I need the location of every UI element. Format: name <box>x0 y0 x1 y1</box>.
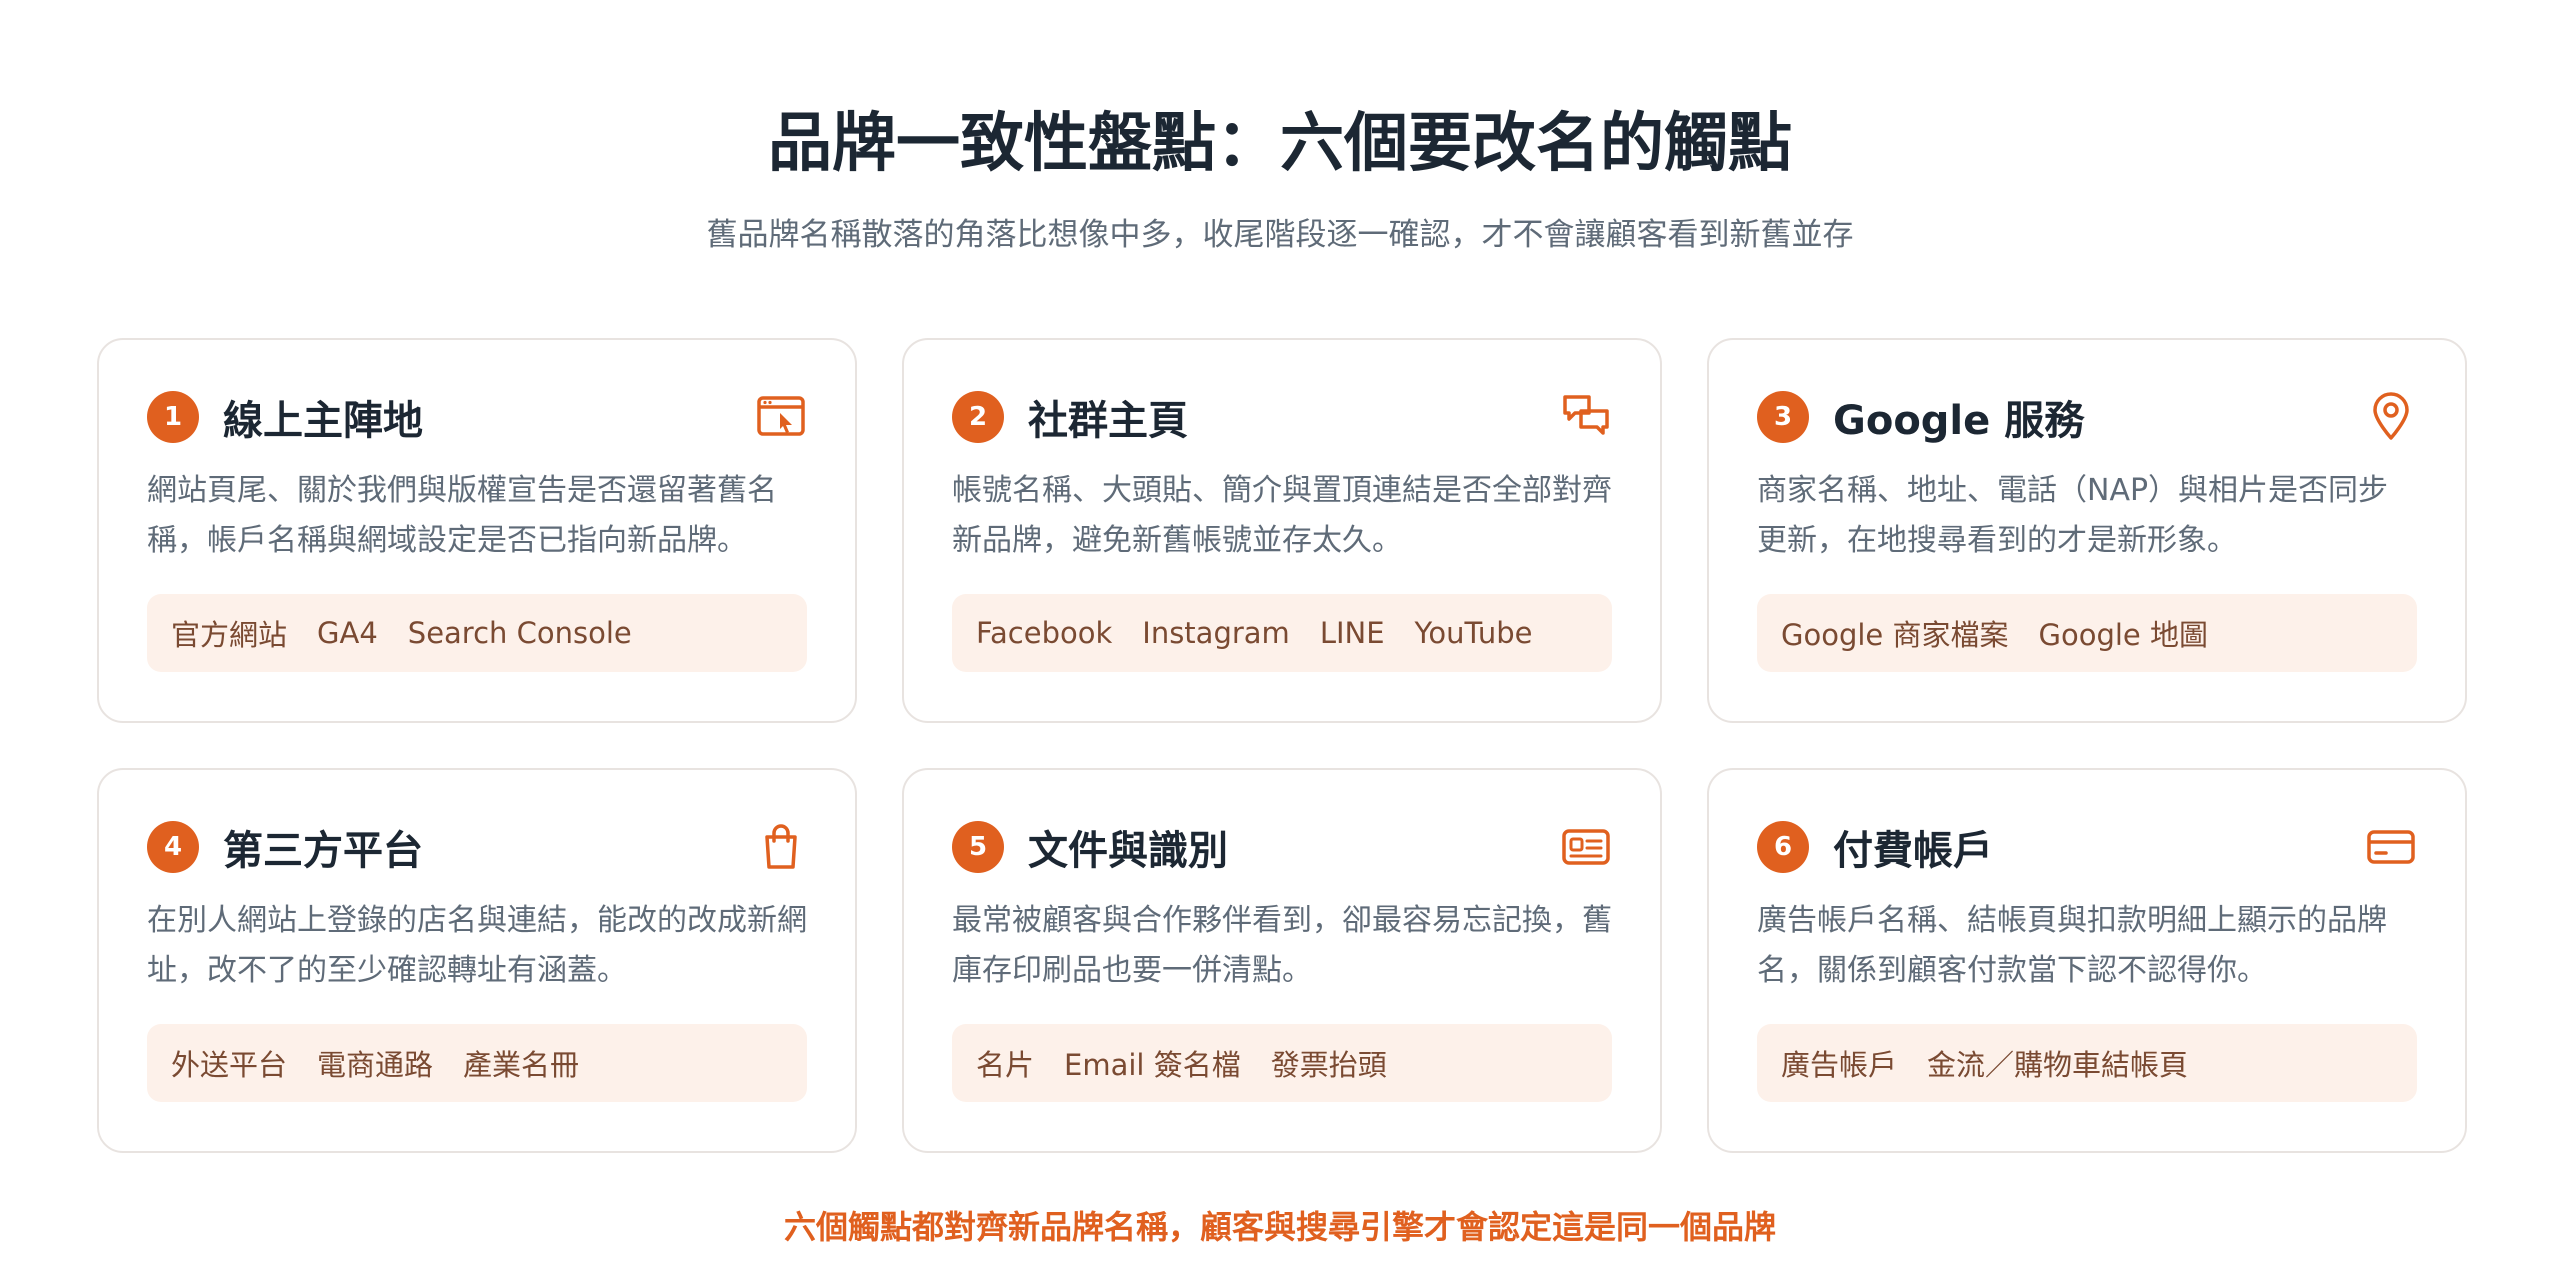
card-description: 廣告帳戶名稱、結帳頁與扣款明細上顯示的品牌名，關係到顧客付款當下認不認得你。 <box>1757 903 2387 988</box>
tag: YouTube <box>1414 616 1533 650</box>
tag: 外送平台 <box>171 1048 288 1082</box>
footer-note: 六個觸點都對齊新品牌名稱，顧客與搜尋引擎才會認定這是同一個品牌 <box>783 1208 1776 1246</box>
tag: 發票抬頭 <box>1270 1048 1387 1082</box>
card-header: 1 線上主陣地 <box>147 390 807 444</box>
tag: 官方網站 <box>171 618 288 652</box>
browser-cursor-icon <box>755 391 807 443</box>
tag-list: 廣告帳戶 金流／購物車結帳頁 <box>1757 1024 2417 1102</box>
tag: 廣告帳戶 <box>1781 1048 1898 1082</box>
number-badge: 1 <box>147 391 199 443</box>
card-description: 商家名稱、地址、電話（NAP）與相片是否同步更新，在地搜尋看到的才是新形象。 <box>1757 473 2389 558</box>
number-badge: 5 <box>952 821 1004 873</box>
tag: Facebook <box>976 616 1113 650</box>
card-description: 網站頁尾、關於我們與版權宣告是否還留著舊名稱，帳戶名稱與網域設定是否已指向新品牌… <box>147 473 777 558</box>
id-card-icon <box>1560 821 1612 873</box>
tag: Instagram <box>1142 616 1290 650</box>
tag: 金流／購物車結帳頁 <box>1927 1048 2189 1082</box>
tag-list: 外送平台 電商通路 產業名冊 <box>147 1024 807 1102</box>
touchpoint-grid: 1 線上主陣地 網站頁尾、關於我們與版權宣告是否還留著舊名稱，帳戶名稱與網域設定… <box>97 338 2467 1153</box>
tag: GA4 <box>317 616 378 650</box>
tag-list: 官方網站 GA4 Search Console <box>147 594 807 672</box>
card-header: 3 Google 服務 <box>1757 390 2417 444</box>
touchpoint-card-paid: 6 付費帳戶 廣告帳戶名稱、結帳頁與扣款明細上顯示的品牌名，關係到顧客付款當下認… <box>1707 768 2467 1153</box>
map-pin-icon <box>2365 391 2417 443</box>
credit-card-icon <box>2365 821 2417 873</box>
number-badge: 4 <box>147 821 199 873</box>
card-title: 社群主頁 <box>1028 398 1188 444</box>
card-title: 第三方平台 <box>223 828 423 874</box>
touchpoint-card-documents: 5 文件與識別 最常被顧客與合作夥伴看到，卻最容易忘記換，舊庫存印刷品也要一併清… <box>902 768 1662 1153</box>
shopping-bag-icon <box>755 821 807 873</box>
tag: 名片 <box>976 1048 1035 1082</box>
card-title: Google 服務 <box>1833 398 2085 444</box>
number-badge: 3 <box>1757 391 1809 443</box>
number-badge: 2 <box>952 391 1004 443</box>
tag: Google 商家檔案 <box>1781 618 2009 652</box>
tag: Search Console <box>407 616 632 650</box>
card-title: 文件與識別 <box>1028 828 1228 874</box>
tag: LINE <box>1319 616 1385 650</box>
tag: Email 簽名檔 <box>1064 1048 1241 1082</box>
touchpoint-card-social: 2 社群主頁 帳號名稱、大頭貼、簡介與置頂連結是否全部對齊新品牌，避免新舊帳號並… <box>902 338 1662 723</box>
tag-list: Google 商家檔案 Google 地圖 <box>1757 594 2417 672</box>
page: 品牌一致性盤點：六個要改名的觸點 舊品牌名稱散落的角落比想像中多，收尾階段逐一確… <box>0 0 2560 1268</box>
tag: 電商通路 <box>317 1048 434 1082</box>
card-header: 2 社群主頁 <box>952 390 1612 444</box>
card-header: 6 付費帳戶 <box>1757 820 2417 874</box>
card-description: 在別人網站上登錄的店名與連結，能改的改成新網址，改不了的至少確認轉址有涵蓋。 <box>147 903 807 988</box>
tag: Google 地圖 <box>2038 618 2208 652</box>
page-subtitle: 舊品牌名稱散落的角落比想像中多，收尾階段逐一確認，才不會讓顧客看到新舊並存 <box>706 217 1854 253</box>
card-header: 4 第三方平台 <box>147 820 807 874</box>
card-description: 最常被顧客與合作夥伴看到，卻最容易忘記換，舊庫存印刷品也要一併清點。 <box>952 903 1612 988</box>
tag: 產業名冊 <box>463 1048 580 1082</box>
number-badge: 6 <box>1757 821 1809 873</box>
tag-list: 名片 Email 簽名檔 發票抬頭 <box>952 1024 1612 1102</box>
card-title: 付費帳戶 <box>1833 828 1993 874</box>
card-title: 線上主陣地 <box>223 398 423 444</box>
page-title: 品牌一致性盤點：六個要改名的觸點 <box>768 107 1792 181</box>
touchpoint-card-third-party: 4 第三方平台 在別人網站上登錄的店名與連結，能改的改成新網址，改不了的至少確認… <box>97 768 857 1153</box>
card-header: 5 文件與識別 <box>952 820 1612 874</box>
touchpoint-card-online: 1 線上主陣地 網站頁尾、關於我們與版權宣告是否還留著舊名稱，帳戶名稱與網域設定… <box>97 338 857 723</box>
touchpoint-card-google: 3 Google 服務 商家名稱、地址、電話（NAP）與相片是否同步更新，在地搜… <box>1707 338 2467 723</box>
tag-list: Facebook Instagram LINE YouTube <box>952 594 1612 672</box>
chat-bubbles-icon <box>1560 391 1612 443</box>
card-description: 帳號名稱、大頭貼、簡介與置頂連結是否全部對齊新品牌，避免新舊帳號並存太久。 <box>952 473 1612 558</box>
